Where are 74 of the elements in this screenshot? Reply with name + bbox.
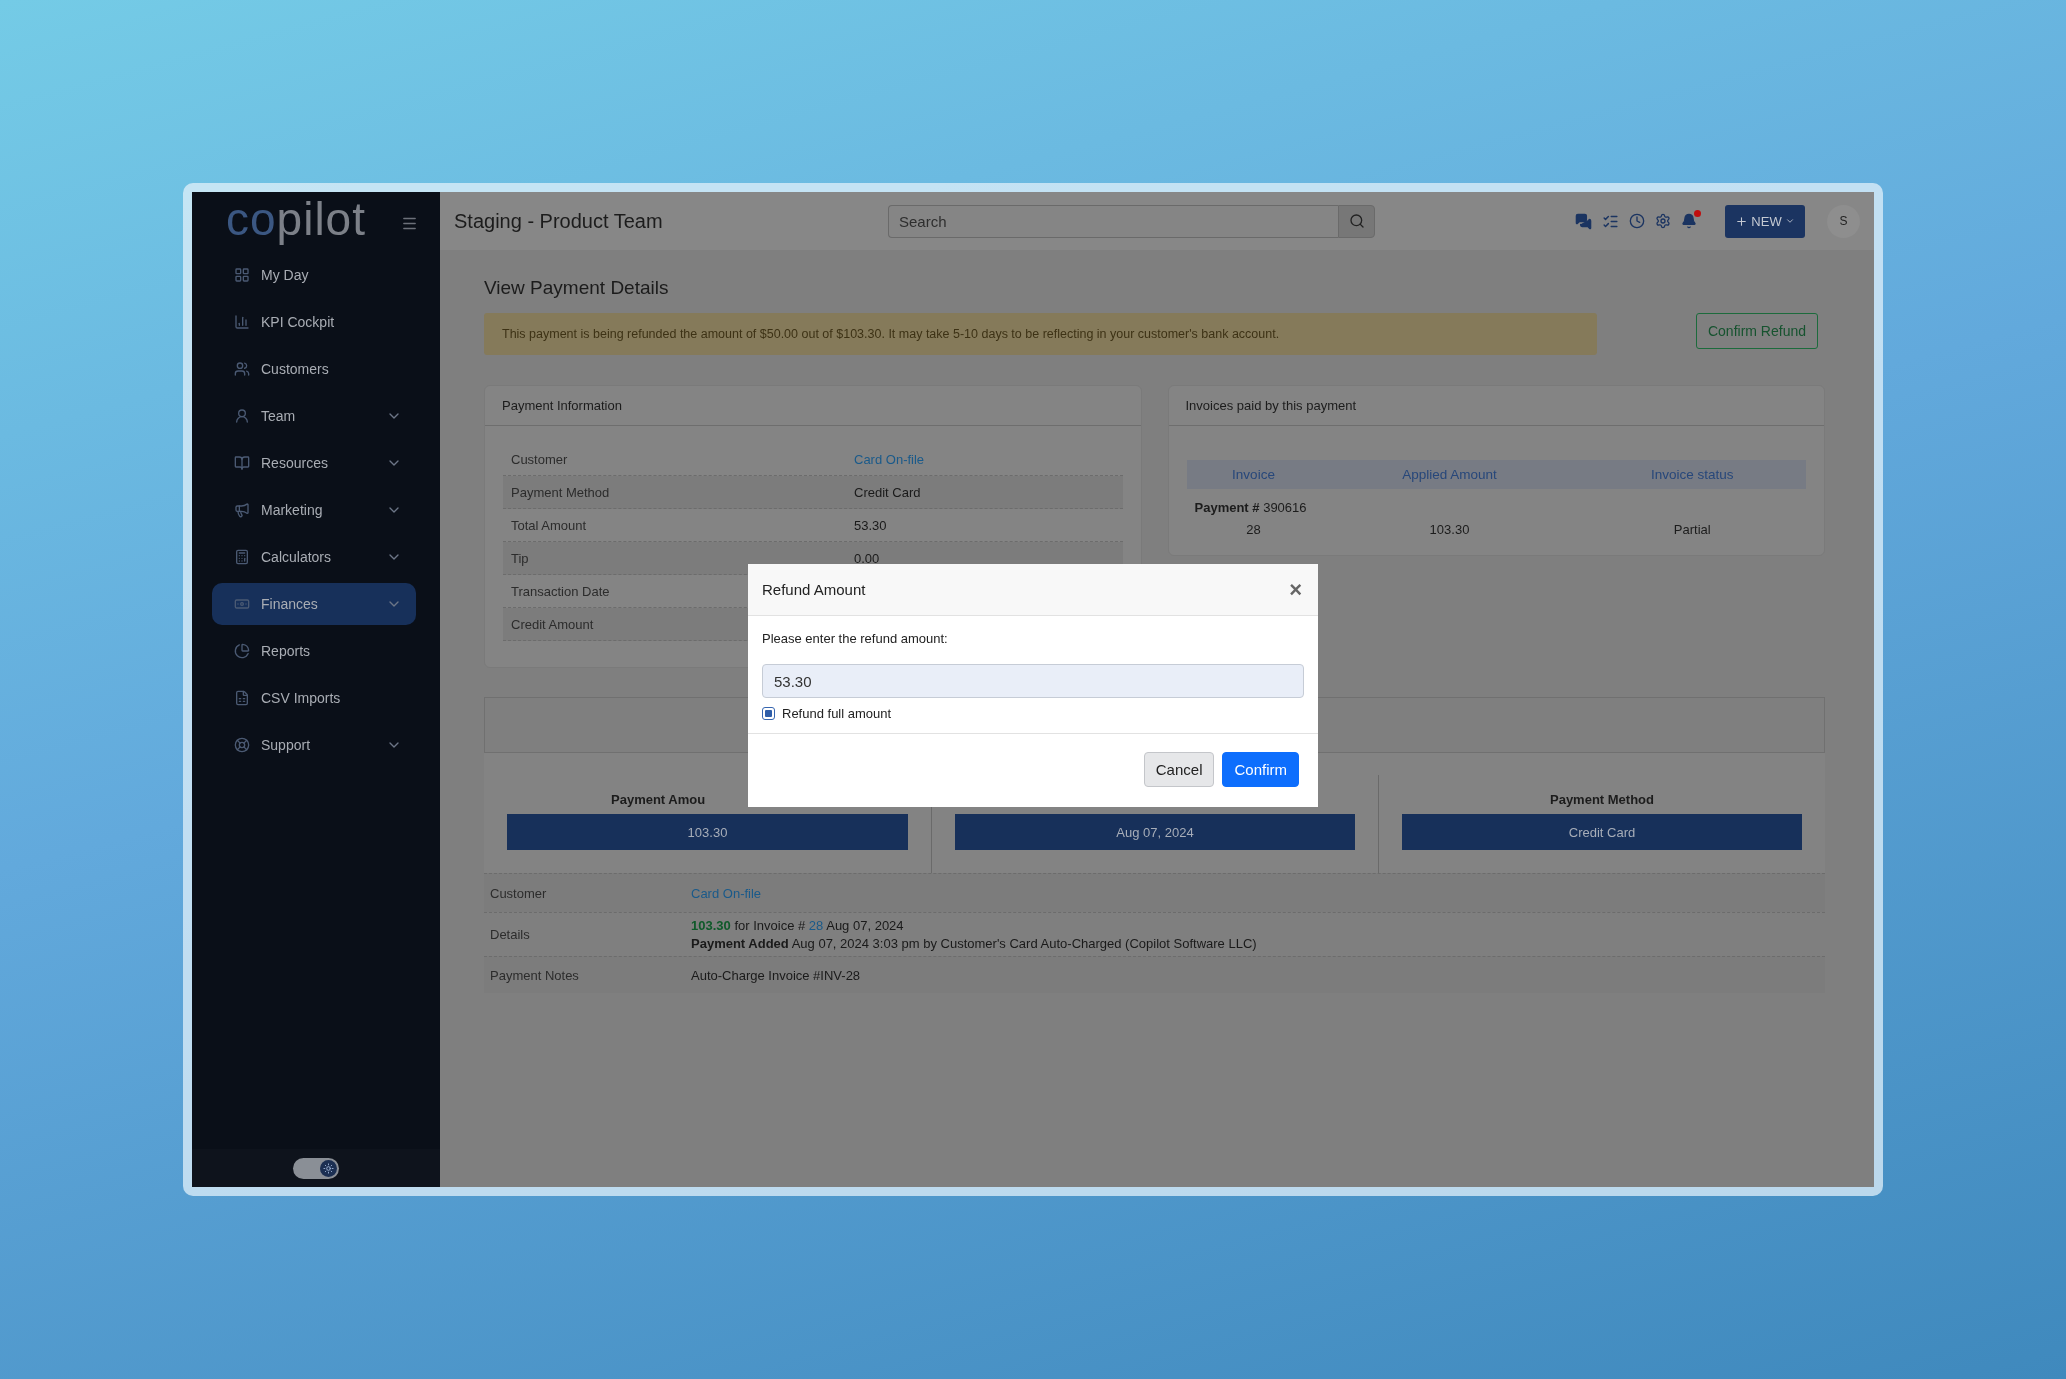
search-icon — [1348, 213, 1365, 229]
megaphone-icon — [234, 502, 250, 518]
calculator-icon — [234, 549, 250, 565]
sidebar-item[interactable]: Marketing — [212, 489, 416, 531]
table-cell-text: 28 — [1245, 521, 1262, 537]
page-title: Staging - Product Team — [454, 209, 664, 233]
table-cell-text: Partial — [1672, 521, 1712, 537]
card-title: Invoices paid by this payment — [1185, 398, 1357, 413]
search-button[interactable] — [1338, 204, 1375, 238]
settings-icon[interactable] — [1655, 213, 1671, 229]
column-header: Invoice — [1231, 467, 1276, 482]
caret-icon — [1784, 216, 1795, 226]
lifebuoy-icon — [234, 737, 250, 753]
table-cell-text: 103.30 — [1428, 521, 1471, 537]
checkbox-label: Refund full amount — [782, 706, 892, 721]
search-field[interactable]: Search — [888, 204, 1338, 238]
sidebar-item[interactable]: Resources — [212, 442, 416, 484]
dialog-title: Refund Amount — [762, 581, 866, 598]
field-label: Credit Amount — [511, 616, 594, 632]
sidebar-item[interactable]: Support — [212, 724, 416, 766]
tile-label: Payment Method — [1550, 792, 1654, 807]
sidebar-item[interactable]: My Day — [212, 254, 416, 296]
page-heading: View Payment Details — [484, 277, 670, 299]
cancel-button[interactable]: Cancel — [1143, 752, 1215, 787]
close-button[interactable]: × — [1287, 578, 1304, 601]
field-label: Transaction Date — [511, 583, 610, 599]
value-bar: Aug 07, 2024 — [955, 814, 1355, 850]
tile-label: Payment Amou — [611, 792, 706, 807]
field-label: Customer — [490, 885, 547, 901]
detail-line: 103.30 for Invoice # 28 Aug 07, 2024 — [691, 916, 905, 935]
field-value: 53.30 — [854, 517, 888, 533]
sidebar-item[interactable]: CSV Imports — [212, 677, 416, 719]
field-label: Payment Method — [511, 484, 610, 500]
sun-icon — [323, 1162, 334, 1174]
field-label: Payment Notes — [490, 967, 579, 983]
confirm-button[interactable]: Confirm — [1222, 752, 1299, 787]
sidebar-item[interactable]: Customers — [212, 348, 416, 390]
amount-field[interactable]: 53.30 — [762, 664, 1304, 698]
grid-icon — [234, 267, 250, 283]
column-header: Invoice status — [1649, 467, 1735, 482]
sidebar-item[interactable]: Finances — [212, 583, 416, 625]
person-icon — [234, 408, 250, 424]
people-icon — [234, 361, 250, 377]
sidebar-item[interactable]: Calculators — [212, 536, 416, 578]
new-button[interactable]: NEW — [1725, 204, 1805, 238]
dialog-prompt: Please enter the refund amount: — [762, 631, 949, 646]
alert-message: This payment is being refunded the amount of $50.00 out of $103.30. It may take 5-10 days to be reflecting in your customer's bank account. — [484, 313, 1597, 355]
payment-number: Payment # 390616 — [1193, 499, 1308, 517]
card-title: Payment Information — [502, 398, 622, 413]
field-value: 0.00 — [854, 550, 881, 566]
chat-icon[interactable] — [1575, 212, 1592, 230]
checkbox[interactable] — [762, 707, 775, 720]
theme-switch[interactable] — [293, 1157, 339, 1179]
bar-chart-icon — [234, 314, 250, 330]
field-label: Tip — [511, 550, 529, 566]
value-bar: 103.30 — [507, 814, 908, 850]
spreadsheet-file-icon — [234, 690, 250, 706]
clock-icon[interactable] — [1629, 213, 1645, 229]
field-label: Total Amount — [511, 517, 587, 533]
avatar[interactable]: S — [1827, 204, 1860, 238]
plus-icon — [1735, 214, 1749, 228]
field-label: Customer — [511, 451, 568, 467]
pie-chart-icon — [234, 643, 250, 659]
field-label: Details — [490, 927, 530, 942]
book-icon — [234, 455, 250, 471]
value-bar: Credit Card — [1402, 814, 1802, 850]
field-value: Auto-Charge Invoice #INV-28 — [691, 967, 862, 983]
field-value: Credit Card — [854, 484, 922, 500]
sidebar-item[interactable]: KPI Cockpit — [212, 301, 416, 343]
column-header: Applied Amount — [1401, 467, 1498, 482]
detail-line: Payment Added Aug 07, 2024 3:03 pm by Customer's Card Auto-Charged (Copilot Software LLC) — [691, 934, 1258, 953]
sidebar-item[interactable]: Reports — [212, 630, 416, 672]
banknote-icon — [234, 596, 250, 612]
sidebar-item[interactable]: Team — [212, 395, 416, 437]
